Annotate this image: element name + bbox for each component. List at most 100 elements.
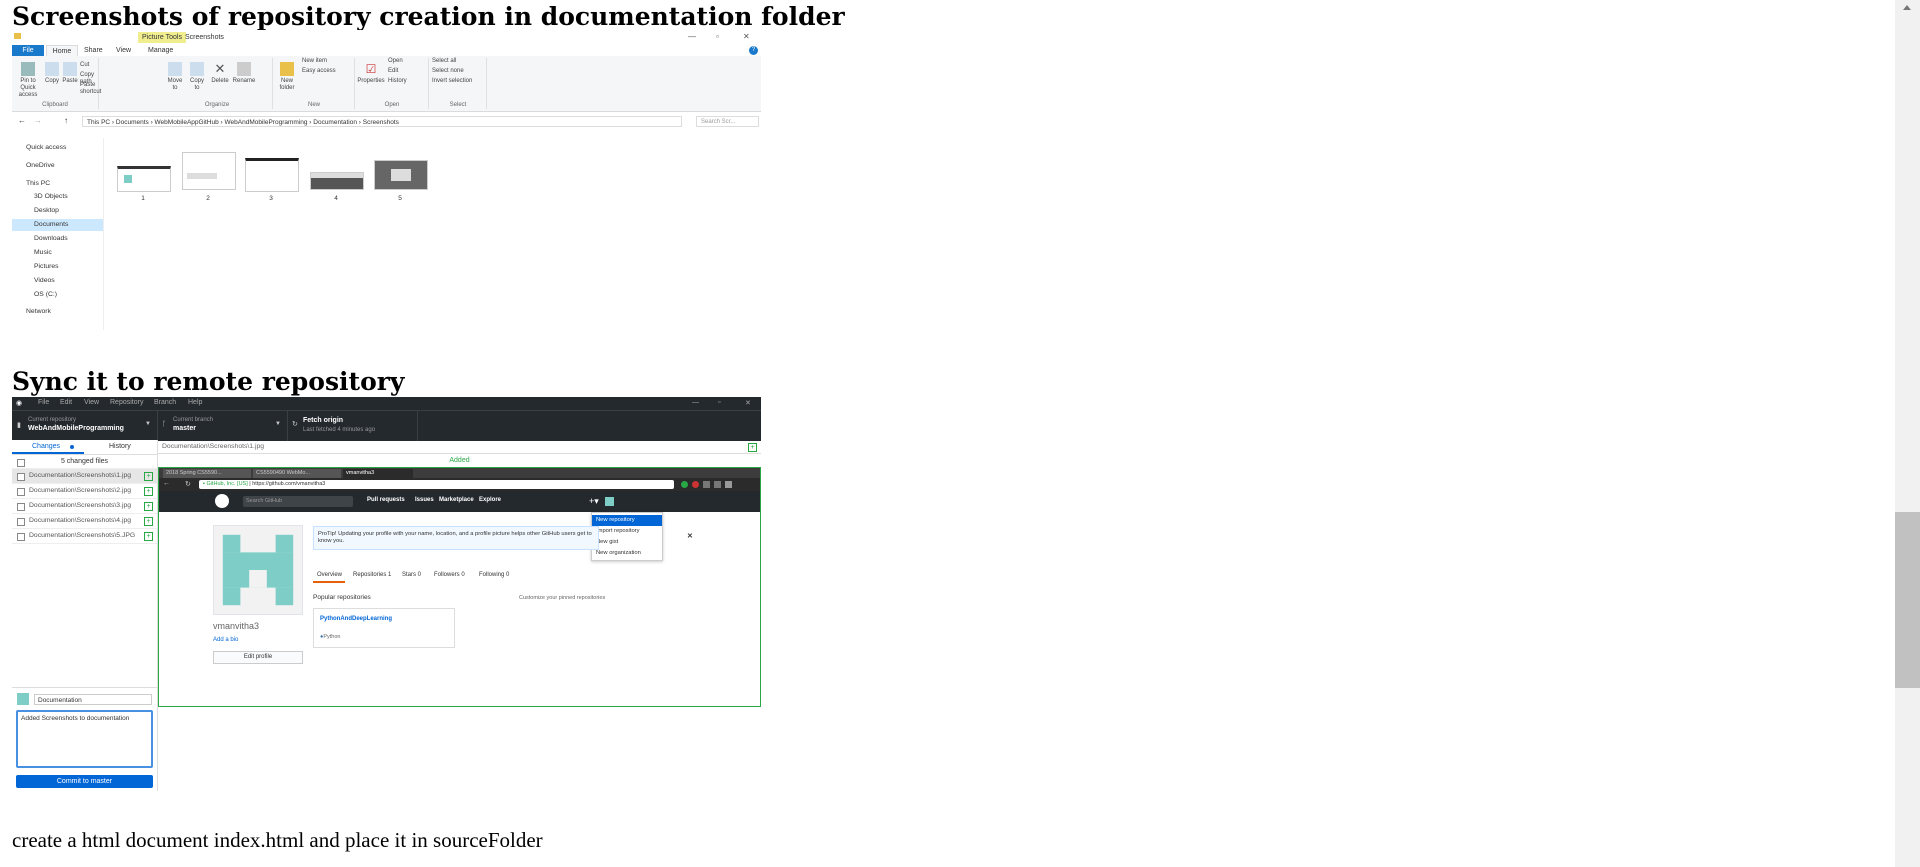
- menu-help[interactable]: Help: [188, 399, 202, 406]
- repo-language: ●Python: [320, 634, 341, 640]
- cut-button[interactable]: Cut: [80, 62, 89, 69]
- minimize-icon[interactable]: —: [692, 399, 699, 406]
- maximize-icon[interactable]: ▫: [716, 32, 719, 41]
- tab-repositories: Repositories 1: [353, 572, 392, 578]
- scroll-up-icon[interactable]: [1903, 5, 1911, 10]
- nav-item-pictures[interactable]: Pictures: [34, 261, 59, 273]
- file-checkbox[interactable]: [17, 503, 25, 511]
- rename-button[interactable]: Rename: [232, 62, 256, 85]
- copy-to-button[interactable]: Copy to: [188, 62, 206, 92]
- file-checkbox[interactable]: [17, 533, 25, 541]
- current-branch-button[interactable]: ᚴ Current branch master ▼: [157, 411, 288, 441]
- paste-shortcut-button[interactable]: Paste shortcut: [80, 82, 101, 96]
- nav-item-downloads[interactable]: Downloads: [34, 233, 68, 245]
- page-scrollbar[interactable]: [1895, 0, 1920, 867]
- thumbnail-label: 3: [269, 195, 273, 202]
- help-icon[interactable]: ?: [749, 46, 758, 55]
- extension-icon: [714, 481, 721, 488]
- nav-item-os-c[interactable]: OS (C:): [34, 289, 57, 301]
- file-row[interactable]: Documentation\Screenshots\3.jpg +: [12, 499, 157, 514]
- commit-summary-input[interactable]: Documentation: [34, 694, 152, 705]
- thumbnail-3[interactable]: [245, 158, 299, 192]
- thumbnail-5[interactable]: [374, 160, 428, 190]
- plus-icon: +▾: [589, 496, 599, 506]
- forward-icon[interactable]: →: [34, 116, 42, 125]
- menu-repository[interactable]: Repository: [110, 399, 143, 406]
- menu-edit[interactable]: Edit: [60, 399, 72, 406]
- file-row[interactable]: Documentation\Screenshots\2.jpg +: [12, 484, 157, 499]
- minimize-icon[interactable]: —: [688, 32, 696, 41]
- active-tab-underline: [313, 581, 345, 583]
- copy-button[interactable]: Copy: [44, 62, 60, 85]
- properties-button[interactable]: ☑ Properties: [356, 62, 386, 85]
- nav-item-videos[interactable]: Videos: [34, 275, 55, 287]
- select-all-button[interactable]: Select all: [432, 58, 456, 65]
- up-icon[interactable]: ↑: [64, 116, 68, 125]
- thumbnail-1[interactable]: [117, 166, 171, 192]
- nav-item-documents[interactable]: Documents: [12, 219, 103, 231]
- tab-file[interactable]: File: [12, 45, 44, 56]
- tab-manage[interactable]: Manage: [148, 45, 173, 56]
- scrollbar-thumb[interactable]: [1895, 512, 1920, 688]
- file-row[interactable]: Documentation\Screenshots\1.jpg +: [12, 469, 157, 484]
- nav-item-quick-access[interactable]: Quick access: [26, 142, 66, 154]
- expand-icon[interactable]: +: [748, 443, 757, 452]
- nav-item-3d-objects[interactable]: 3D Objects: [34, 191, 68, 203]
- menu-new-organization: New organization: [596, 550, 641, 556]
- nav-item-onedrive[interactable]: OneDrive: [26, 160, 55, 172]
- menu-branch[interactable]: Branch: [154, 399, 176, 406]
- fetch-origin-button[interactable]: ↻ Fetch origin Last fetched 4 minutes ag…: [287, 411, 418, 441]
- added-icon: +: [144, 502, 153, 511]
- thumbnail-image: [124, 175, 132, 183]
- history-button[interactable]: History: [388, 78, 407, 85]
- branch-icon: ᚴ: [162, 421, 167, 428]
- current-repository-button[interactable]: ▮ Current repository WebAndMobileProgram…: [12, 411, 158, 441]
- sync-icon: ↻: [292, 421, 298, 428]
- invert-selection-button[interactable]: Invert selection: [432, 78, 472, 85]
- file-row[interactable]: Documentation\Screenshots\5.JPG +: [12, 529, 157, 544]
- thumbnail-4[interactable]: [310, 172, 364, 190]
- thumbnail-2[interactable]: [182, 152, 236, 190]
- avatar: [17, 693, 29, 705]
- commit-description-input[interactable]: Added Screenshots to documentation: [16, 710, 153, 768]
- back-icon[interactable]: ←: [18, 116, 26, 125]
- maximize-icon[interactable]: ▫: [718, 399, 720, 406]
- menu-file[interactable]: File: [38, 399, 49, 406]
- select-group: Select all Select none Invert selection …: [430, 58, 487, 109]
- back-icon: ←: [163, 480, 170, 487]
- github-search: Search GitHub: [243, 496, 353, 507]
- nav-item-desktop[interactable]: Desktop: [34, 205, 59, 217]
- delete-button[interactable]: ✕ Delete: [210, 62, 230, 85]
- nav-item-music[interactable]: Music: [34, 247, 52, 259]
- current-branch-name: master: [173, 425, 196, 432]
- nav-item-this-pc[interactable]: This PC: [26, 178, 50, 190]
- pin-button[interactable]: Pin to Quick access: [14, 62, 42, 99]
- properties-icon: ☑: [365, 62, 377, 76]
- open-button[interactable]: Open: [388, 58, 403, 65]
- nav-item-network[interactable]: Network: [26, 306, 51, 318]
- new-folder-button[interactable]: New folder: [276, 62, 298, 92]
- close-icon[interactable]: ✕: [743, 32, 750, 41]
- instruction-paragraph: create a html document index.html and pl…: [12, 828, 543, 852]
- file-checkbox[interactable]: [17, 473, 25, 481]
- move-to-button[interactable]: Move to: [166, 62, 184, 92]
- tab-changes[interactable]: Changes: [32, 443, 60, 450]
- file-checkbox[interactable]: [17, 488, 25, 496]
- select-none-button[interactable]: Select none: [432, 68, 464, 75]
- paste-button[interactable]: Paste: [62, 62, 78, 85]
- select-all-checkbox[interactable]: [17, 459, 25, 467]
- search-input[interactable]: Search Scr...: [696, 116, 759, 127]
- tab-share[interactable]: Share: [84, 45, 103, 56]
- file-checkbox[interactable]: [17, 518, 25, 526]
- easy-access-button[interactable]: Easy access: [302, 68, 336, 75]
- new-item-button[interactable]: New item: [302, 58, 327, 65]
- commit-button[interactable]: Commit to master: [16, 775, 153, 788]
- tab-history[interactable]: History: [109, 443, 131, 450]
- customize-pins-link: Customize your pinned repositories: [519, 595, 606, 601]
- edit-button[interactable]: Edit: [388, 68, 398, 75]
- tab-view[interactable]: View: [116, 45, 131, 56]
- close-icon[interactable]: ✕: [745, 399, 751, 407]
- menu-view[interactable]: View: [84, 399, 99, 406]
- file-row[interactable]: Documentation\Screenshots\4.jpg +: [12, 514, 157, 529]
- address-bar[interactable]: This PC › Documents › WebMobileAppGitHub…: [82, 116, 682, 127]
